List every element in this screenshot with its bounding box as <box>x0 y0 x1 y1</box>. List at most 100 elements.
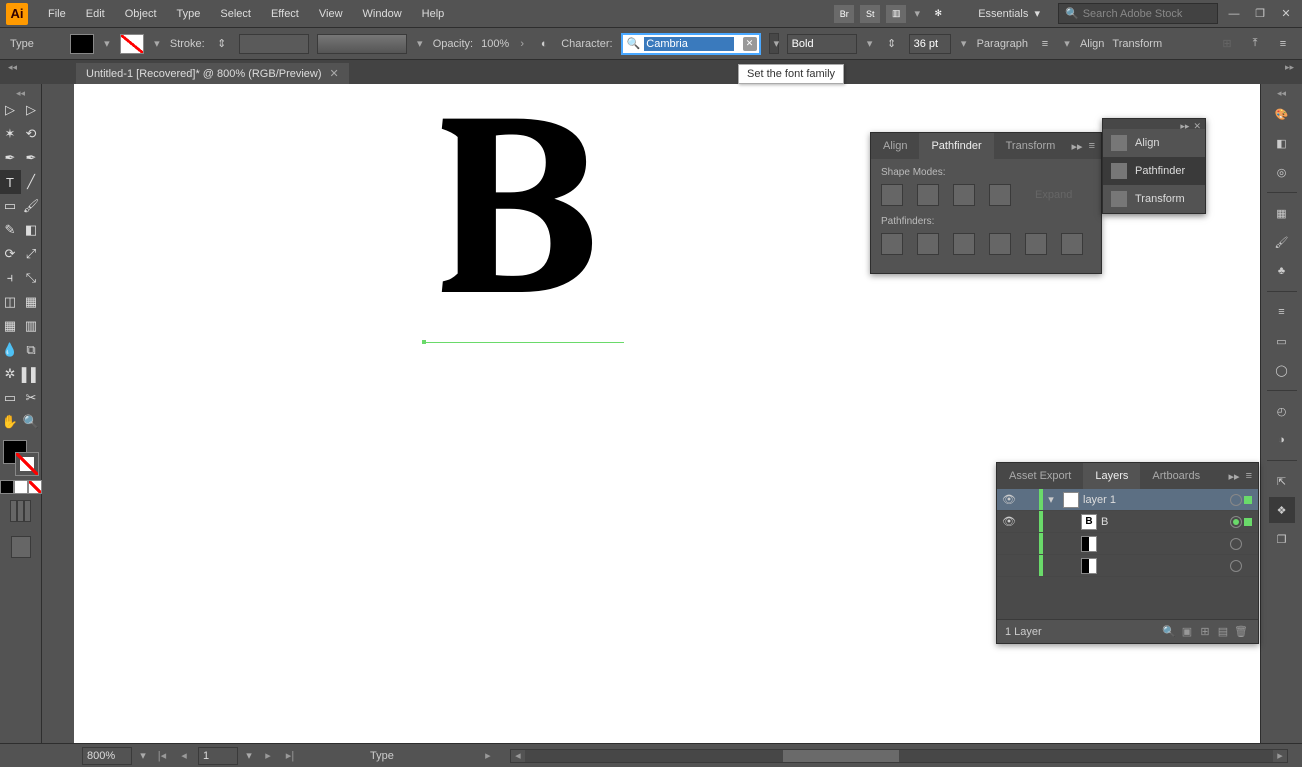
asset-export-panel-icon[interactable]: ⇱ <box>1269 468 1295 494</box>
stock-search[interactable]: 🔍Search Adobe Stock <box>1058 3 1218 24</box>
layer-name[interactable]: layer 1 <box>1083 494 1230 506</box>
mesh-tool[interactable]: ▦ <box>0 314 21 338</box>
fill-stroke-control[interactable] <box>3 440 39 476</box>
visibility-toggle[interactable]: 👁 <box>997 515 1021 528</box>
shape-builder-tool[interactable]: ◫ <box>0 290 21 314</box>
outline-button[interactable] <box>1025 233 1047 255</box>
target-icon[interactable] <box>1230 516 1242 528</box>
document-tab[interactable]: Untitled-1 [Recovered]* @ 800% (RGB/Prev… <box>76 63 349 84</box>
pen-tool[interactable]: ✒ <box>0 146 21 170</box>
appearance-panel-icon[interactable]: ◴ <box>1269 398 1295 424</box>
font-size-caret[interactable]: ▾ <box>959 37 969 50</box>
zoom-caret[interactable]: ▾ <box>138 749 148 762</box>
locate-object-icon[interactable]: 🔍 <box>1160 625 1178 638</box>
character-label[interactable]: Character: <box>561 38 612 50</box>
flyout-align[interactable]: Align <box>1103 129 1205 157</box>
new-layer-icon[interactable]: ▤ <box>1214 625 1232 638</box>
flyout-collapse-icon[interactable]: ▸▸ <box>1180 121 1189 127</box>
magic-wand-tool[interactable]: ✶ <box>0 122 21 146</box>
left-panel-expand[interactable]: ◂◂ <box>4 62 21 72</box>
toolbox-expand[interactable]: ◂◂ <box>0 88 41 98</box>
clipping-mask-icon[interactable]: ▣ <box>1178 625 1196 638</box>
paragraph-panel-icon[interactable]: ≡ <box>1036 35 1054 53</box>
new-sublayer-icon[interactable]: ⊞ <box>1196 625 1214 638</box>
intersect-button[interactable] <box>953 184 975 206</box>
menu-object[interactable]: Object <box>115 8 167 20</box>
font-family-field[interactable]: 🔍 ✕ <box>621 33 761 55</box>
stroke-swatch[interactable] <box>120 34 144 54</box>
tab-pathfinder[interactable]: Pathfinder <box>919 133 993 159</box>
shaper-tool[interactable]: ✎ <box>0 218 21 242</box>
font-family-input[interactable] <box>644 37 734 51</box>
crop-button[interactable] <box>989 233 1011 255</box>
transform-link[interactable]: Transform <box>1112 38 1162 50</box>
disclosure-toggle[interactable]: ▾ <box>1043 493 1059 506</box>
layers-collapse-icon[interactable]: ▸▸ <box>1229 470 1240 483</box>
type-tool[interactable]: T <box>0 170 21 194</box>
curvature-tool[interactable]: ✒ <box>21 146 42 170</box>
delete-layer-icon[interactable]: 🗑 <box>1232 625 1250 638</box>
trim-button[interactable] <box>917 233 939 255</box>
horizontal-scrollbar[interactable]: ◂ ▸ <box>510 749 1288 763</box>
tab-align[interactable]: Align <box>871 133 919 159</box>
tab-asset-export[interactable]: Asset Export <box>997 463 1083 489</box>
font-style-caret[interactable]: ▾ <box>865 37 875 50</box>
perspective-tool[interactable]: ▦ <box>21 290 42 314</box>
minus-front-button[interactable] <box>917 184 939 206</box>
free-transform-tool[interactable]: ⤡ <box>21 266 42 290</box>
eyedropper-tool[interactable]: 💧 <box>0 338 21 362</box>
tab-artboards[interactable]: Artboards <box>1140 463 1212 489</box>
symbol-sprayer-tool[interactable]: ✲ <box>0 362 21 386</box>
color-panel-icon[interactable]: 🎨 <box>1269 101 1295 127</box>
selection-indicator[interactable] <box>1244 562 1252 570</box>
minimize-button[interactable]: — <box>1224 6 1244 22</box>
blend-tool[interactable]: ⧉ <box>21 338 42 362</box>
color-mode-row[interactable] <box>0 480 42 494</box>
menu-effect[interactable]: Effect <box>261 8 309 20</box>
swatches-panel-icon[interactable]: ▦ <box>1269 200 1295 226</box>
stroke-weight-stepper[interactable]: ⇕ <box>213 35 231 53</box>
menu-help[interactable]: Help <box>412 8 455 20</box>
layer-row[interactable] <box>997 533 1258 555</box>
minus-back-button[interactable] <box>1061 233 1083 255</box>
fill-swatch[interactable] <box>70 34 94 54</box>
divide-button[interactable] <box>881 233 903 255</box>
rotate-tool[interactable]: ⟳ <box>0 242 21 266</box>
visibility-toggle[interactable]: 👁 <box>997 493 1021 506</box>
rectangle-tool[interactable]: ▭ <box>0 194 21 218</box>
direct-selection-tool[interactable]: ▷ <box>21 98 42 122</box>
scale-tool[interactable]: ⤢ <box>21 242 42 266</box>
target-icon[interactable] <box>1230 560 1242 572</box>
font-size-stepper[interactable]: ⇕ <box>883 35 901 53</box>
fill-dropdown[interactable]: ▾ <box>102 37 112 50</box>
right-panel-expand[interactable]: ▸▸ <box>1281 62 1298 72</box>
recolor-icon[interactable]: ◐ <box>535 35 553 53</box>
paragraph-label[interactable]: Paragraph <box>977 38 1028 50</box>
merge-button[interactable] <box>953 233 975 255</box>
opacity-value[interactable]: 100% <box>481 38 509 50</box>
isolate-icon[interactable]: ⊞ <box>1218 35 1236 53</box>
panel-collapse-icon[interactable]: ▸▸ <box>1072 140 1083 153</box>
hand-tool[interactable]: ✋ <box>0 410 21 434</box>
graphic-styles-panel-icon[interactable]: ◑ <box>1269 427 1295 453</box>
vwp-caret[interactable]: ▾ <box>415 37 425 50</box>
layers-menu-icon[interactable]: ≡ <box>1246 470 1252 483</box>
align-link[interactable]: Align <box>1080 38 1104 50</box>
status-play-icon[interactable]: ▸ <box>480 748 496 764</box>
lasso-tool[interactable]: ⟲ <box>21 122 42 146</box>
selection-indicator[interactable] <box>1244 496 1252 504</box>
tab-transform[interactable]: Transform <box>994 133 1068 159</box>
flyout-pathfinder[interactable]: Pathfinder <box>1103 157 1205 185</box>
artboards-panel-icon[interactable]: ❐ <box>1269 526 1295 552</box>
slice-tool[interactable]: ✂ <box>21 386 42 410</box>
artboard-caret[interactable]: ▾ <box>244 749 254 762</box>
tab-close-icon[interactable]: ✕ <box>330 67 339 80</box>
symbols-panel-icon[interactable]: ♣ <box>1269 258 1295 284</box>
opacity-caret[interactable]: › <box>517 38 527 50</box>
paragraph-caret[interactable]: ▾ <box>1062 37 1072 50</box>
layer-row[interactable] <box>997 555 1258 577</box>
type-object[interactable]: B <box>434 84 599 338</box>
width-tool[interactable]: ⫞ <box>0 266 21 290</box>
color-guide-panel-icon[interactable]: ◧ <box>1269 130 1295 156</box>
stroke-panel-icon[interactable]: ≡ <box>1269 299 1295 325</box>
